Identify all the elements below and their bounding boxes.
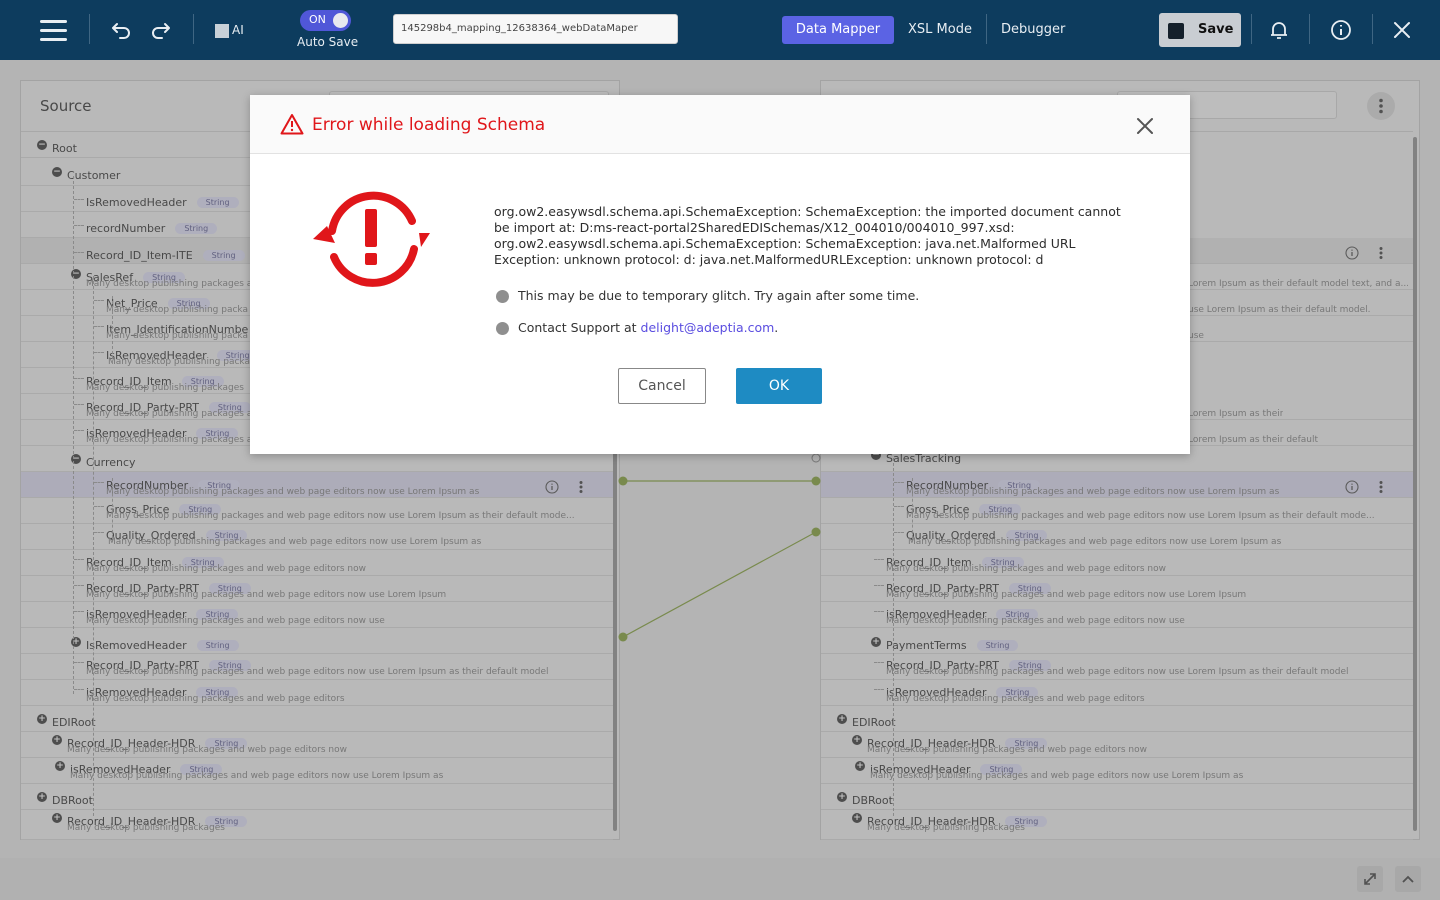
dialog-header: Error while loading Schema (250, 95, 1190, 154)
support-suffix: . (774, 320, 779, 335)
save-icon (1168, 23, 1184, 39)
ai-label: AI (232, 23, 244, 37)
autosave-label: Auto Save (297, 35, 359, 49)
tab-debugger[interactable]: Debugger (1001, 16, 1065, 44)
error-message: org.ow2.easywsdl.schema.api.SchemaExcept… (494, 204, 1121, 267)
ok-button[interactable]: OK (736, 368, 822, 404)
cancel-button[interactable]: Cancel (618, 368, 706, 404)
bullet-dot (496, 290, 509, 303)
toolbar-divider (1251, 14, 1252, 44)
tab-data-mapper[interactable]: Data Mapper (782, 16, 894, 44)
bell-icon[interactable] (1267, 18, 1291, 42)
error-refresh-icon (313, 191, 430, 287)
warning-icon (280, 114, 304, 135)
ai-checkbox[interactable] (215, 24, 229, 38)
autosave-toggle[interactable]: ON (300, 10, 351, 31)
support-item: Contact Support at delight@adeptia.com. (496, 320, 779, 335)
toolbar-divider (986, 14, 987, 44)
hint-item: This may be due to temporary glitch. Try… (496, 288, 920, 303)
undo-icon[interactable] (109, 18, 133, 42)
save-button[interactable]: Save (1159, 13, 1241, 47)
redo-icon[interactable] (149, 18, 173, 42)
autosave-state: ON (309, 13, 326, 26)
toolbar-divider (193, 14, 194, 44)
toolbar-divider (1309, 14, 1310, 44)
hint-text: This may be due to temporary glitch. Try… (518, 288, 920, 303)
toolbar-divider (89, 14, 90, 44)
dialog-title: Error while loading Schema (312, 115, 546, 135)
info-icon[interactable] (1329, 18, 1353, 42)
hamburger-menu-icon[interactable] (40, 20, 67, 47)
toggle-knob (333, 13, 348, 28)
toolbar-divider (1372, 14, 1373, 44)
close-icon[interactable] (1390, 18, 1414, 42)
save-label: Save (1198, 22, 1234, 37)
close-icon[interactable] (1134, 115, 1156, 137)
support-text: Contact Support at (518, 320, 641, 335)
top-toolbar: AI ON Auto Save 145298b4_mapping_1263836… (0, 0, 1440, 60)
bullet-dot (496, 322, 509, 335)
tab-xsl-mode[interactable]: XSL Mode (908, 16, 972, 44)
mapping-name-input[interactable]: 145298b4_mapping_12638364_webDataMaper (393, 14, 678, 44)
support-email-link[interactable]: delight@adeptia.com (641, 320, 775, 335)
error-dialog: Error while loading Schema org.ow2.easyw… (250, 95, 1190, 454)
